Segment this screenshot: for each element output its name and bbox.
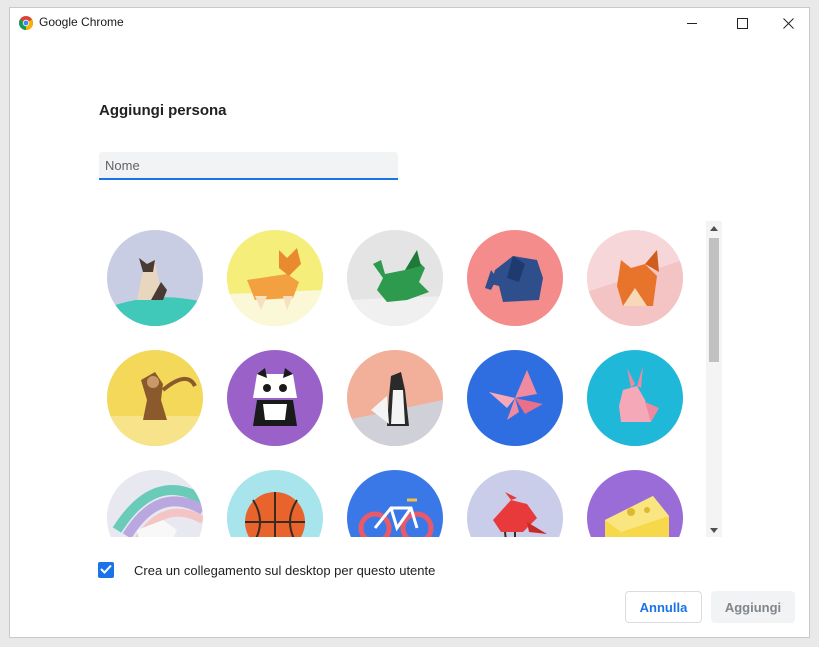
avatar-grid: [99, 221, 706, 537]
maximize-button[interactable]: [719, 8, 765, 38]
avatar-bird[interactable]: [467, 470, 563, 537]
avatar-scrollbar[interactable]: [706, 221, 722, 537]
desktop-shortcut-checkbox[interactable]: [98, 562, 114, 578]
minimize-button[interactable]: [669, 8, 715, 38]
name-input[interactable]: [99, 152, 398, 180]
desktop-shortcut-label: Crea un collegamento sul desktop per que…: [134, 562, 436, 578]
avatar-corgi[interactable]: [227, 230, 323, 326]
add-button[interactable]: Aggiungi: [711, 591, 795, 623]
scroll-down-arrow-icon[interactable]: [706, 523, 722, 537]
window-title: Google Chrome: [39, 15, 124, 29]
close-button[interactable]: [765, 8, 809, 38]
close-icon: [782, 17, 794, 29]
dialog-title: Aggiungi persona: [99, 102, 227, 119]
avatar-basketball[interactable]: [227, 470, 323, 537]
chrome-logo-icon: [19, 16, 33, 30]
scroll-up-arrow-icon[interactable]: [706, 221, 722, 235]
avatar-monkey[interactable]: [107, 350, 203, 446]
avatar-dragon[interactable]: [347, 230, 443, 326]
minimize-icon: [686, 18, 698, 29]
avatar-cheese[interactable]: [587, 470, 683, 537]
title-bar: Google Chrome: [10, 8, 809, 38]
cancel-button[interactable]: Annulla: [625, 591, 702, 623]
checkmark-icon: [100, 561, 112, 579]
avatar-butterfly[interactable]: [467, 350, 563, 446]
avatar-cat[interactable]: [107, 230, 203, 326]
scrollbar-thumb[interactable]: [709, 238, 719, 362]
avatar-unicorn[interactable]: [107, 470, 203, 537]
avatar-bicycle[interactable]: [347, 470, 443, 537]
maximize-icon: [736, 17, 748, 29]
avatar-fox[interactable]: [587, 230, 683, 326]
avatar-penguin[interactable]: [347, 350, 443, 446]
desktop-shortcut-option[interactable]: Crea un collegamento sul desktop per que…: [98, 561, 435, 579]
avatar-rabbit[interactable]: [587, 350, 683, 446]
avatar-panda[interactable]: [227, 350, 323, 446]
avatar-elephant[interactable]: [467, 230, 563, 326]
chrome-dialog-window: Google Chrome Aggiungi persona Nome Crea…: [9, 7, 810, 638]
